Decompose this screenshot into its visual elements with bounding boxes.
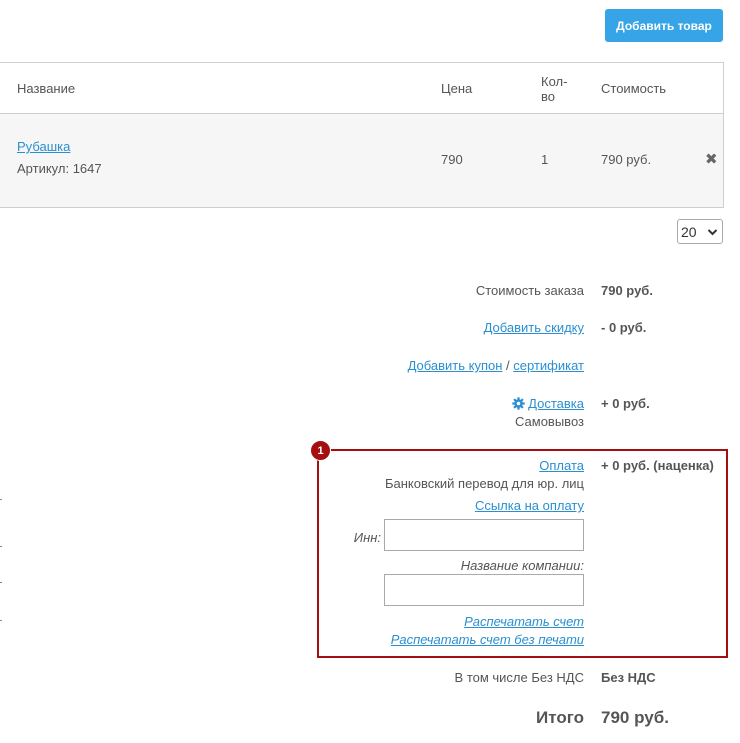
edge-mark xyxy=(0,499,2,500)
edge-mark xyxy=(0,620,2,621)
header-price: Цена xyxy=(441,81,473,96)
edge-mark xyxy=(0,546,2,547)
product-link[interactable]: Рубашка xyxy=(17,139,70,154)
per-page-value: 20 xyxy=(681,223,697,240)
delivery-method: Самовывоз xyxy=(515,414,584,429)
sku-label: Артикул: xyxy=(17,161,70,176)
total-value: 790 руб. xyxy=(601,708,669,727)
inn-label: Инн: xyxy=(353,530,381,545)
vat-label: В том числе Без НДС xyxy=(454,670,584,685)
product-sku: Артикул: 1647 xyxy=(17,161,102,176)
payment-url-link[interactable]: Ссылка на оплату xyxy=(475,498,584,513)
order-cost-value: 790 руб. xyxy=(601,283,653,298)
certificate-link[interactable]: сертификат xyxy=(513,358,584,373)
company-label: Название компании: xyxy=(460,558,584,573)
edge-mark xyxy=(0,582,2,583)
product-qty: 1 xyxy=(541,152,549,167)
coupon-separator: / xyxy=(502,358,514,373)
add-product-button[interactable]: Добавить товар xyxy=(605,9,723,42)
add-discount-link[interactable]: Добавить скидку xyxy=(484,320,584,335)
annotation-badge: 1 xyxy=(310,440,331,461)
product-cost: 790 руб. xyxy=(601,152,652,167)
company-name-field[interactable] xyxy=(384,574,584,606)
product-price: 790 xyxy=(441,152,463,167)
header-cost: Стоимость xyxy=(601,81,667,96)
payment-method: Банковский перевод для юр. лиц xyxy=(384,476,584,491)
order-items-table: Название Цена Кол-во Стоимость Рубашка А… xyxy=(0,62,724,208)
gear-icon[interactable] xyxy=(512,397,525,413)
payment-link[interactable]: Оплата xyxy=(539,458,584,473)
header-name: Название xyxy=(17,81,76,96)
vat-value: Без НДС xyxy=(601,670,656,685)
table-row: Рубашка Артикул: 1647 790 1 790 руб. ✖ xyxy=(0,114,723,207)
remove-icon[interactable]: ✖ xyxy=(705,150,718,168)
per-page-select[interactable]: 20 xyxy=(677,219,723,244)
sku-value: 1647 xyxy=(72,161,102,176)
header-qty: Кол-во xyxy=(541,74,568,104)
chevron-down-icon xyxy=(707,223,718,244)
add-coupon-link[interactable]: Добавить купон xyxy=(408,358,503,373)
inn-field[interactable] xyxy=(384,519,584,551)
table-header: Название Цена Кол-во Стоимость xyxy=(0,63,723,114)
discount-value: - 0 руб. xyxy=(601,320,647,335)
print-invoice-nostamp-link[interactable]: Распечатать счет без печати xyxy=(391,632,584,647)
delivery-value: + 0 руб. xyxy=(601,396,650,411)
total-label: Итого xyxy=(536,708,584,727)
coupon-row: Добавить купон / сертификат xyxy=(408,358,584,373)
print-invoice-link[interactable]: Распечатать счет xyxy=(464,614,584,629)
delivery-link[interactable]: Доставка xyxy=(528,396,584,411)
payment-value: + 0 руб. (наценка) xyxy=(601,458,714,473)
order-cost-label: Стоимость заказа xyxy=(475,283,584,298)
delivery-row: Доставка xyxy=(512,396,584,413)
